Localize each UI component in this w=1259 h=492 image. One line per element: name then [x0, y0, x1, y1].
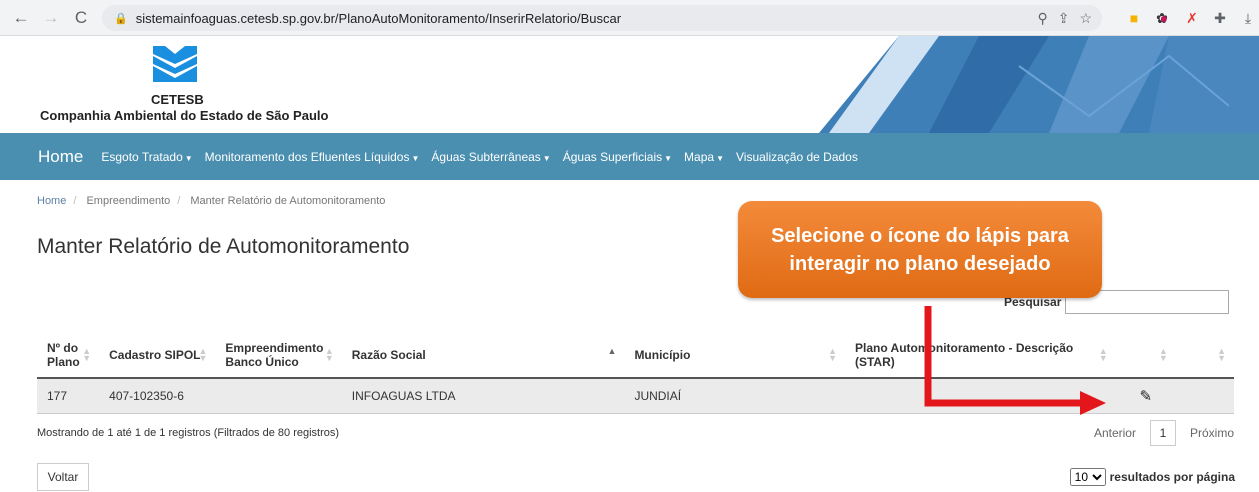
bookmark-star-icon[interactable]: ☆: [1079, 10, 1092, 27]
col-extra[interactable]: ▲ ▼: [1175, 333, 1234, 379]
breadcrumb: Home / Empreendimento / Manter Relatório d…: [37, 195, 386, 207]
cell-municipio: JUNDIAÍ: [624, 378, 845, 414]
nav-home[interactable]: Home: [38, 147, 83, 167]
zoom-icon[interactable]: ⚲: [1037, 10, 1047, 27]
sort-icon: ▲ ▼: [324, 346, 334, 363]
nav-aguas-subterraneas[interactable]: Águas Subterrâneas ▼: [431, 150, 550, 164]
url-text: sistemainfoaguas.cetesb.sp.gov.br/PlanoA…: [135, 10, 622, 26]
breadcrumb-empreendimento[interactable]: Empreendimento: [86, 195, 170, 207]
callout-line-1: Selecione o ícone do lápis para: [771, 224, 1069, 247]
nav-aguas-superficiais[interactable]: Águas Superficiais ▼: [563, 150, 672, 164]
col-razao-social[interactable]: Razão Social ▲: [341, 333, 625, 379]
sort-icon: ▲ ▼: [1217, 346, 1226, 363]
nav-mapa[interactable]: Mapa ▼: [684, 150, 724, 164]
nav-visualizacao-dados[interactable]: Visualização de Dados: [736, 150, 858, 164]
extension-circle-icon[interactable]: ●: [1153, 7, 1175, 29]
col-cadastro-sipol[interactable]: Cadastro SIPOL ▲ ▼: [99, 333, 216, 379]
sort-icon: ▲ ▼: [1158, 346, 1168, 363]
lock-icon: 🔒: [114, 12, 128, 25]
extension-yellow-icon[interactable]: ■: [1123, 7, 1145, 29]
logo-name: CETESB: [151, 92, 204, 107]
callout-line-2: interagir no plano desejado: [789, 252, 1051, 275]
caret-down-icon: ▼: [184, 153, 193, 163]
header-decoration: [819, 36, 1259, 133]
back-button[interactable]: Voltar: [37, 463, 89, 491]
cell-n-plano: 177: [37, 378, 100, 414]
caret-down-icon: ▼: [542, 153, 551, 163]
col-empreendimento[interactable]: Empreendimento Banco Único ▲ ▼: [215, 333, 342, 379]
organization-name: Companhia Ambiental do Estado de São Pau…: [40, 108, 329, 123]
page-length-suffix: resultados por página: [1109, 470, 1235, 484]
main-nav: Home Esgoto Tratado ▼ Monitoramento dos E…: [0, 133, 1259, 180]
col-municipio[interactable]: Município ▲ ▼: [624, 333, 845, 379]
pagination-next[interactable]: Próximo: [1190, 426, 1234, 440]
site-header: CETESB Companhia Ambiental do Estado de …: [0, 36, 1259, 133]
breadcrumb-current: Manter Relatório de Automonitoramento: [190, 195, 386, 207]
cell-empreendimento: [215, 378, 342, 414]
caret-down-icon: ▼: [411, 153, 420, 163]
sort-asc-icon: ▲: [607, 346, 617, 356]
reload-icon[interactable]: C: [68, 5, 94, 31]
sort-icon: ▲ ▼: [82, 346, 92, 363]
plans-table: Nº do Plano ▲ ▼ Cadastro SIPOL ▲ ▼ Empreendi…: [37, 333, 1234, 414]
sort-icon: ▲ ▼: [1098, 346, 1108, 363]
back-arrow-icon[interactable]: ←: [8, 5, 34, 31]
download-icon[interactable]: ⤓: [1237, 7, 1259, 29]
table-info: Mostrando de 1 até 1 de 1 registros (Fil…: [37, 427, 340, 439]
edit-pencil-icon[interactable]: ✎: [1115, 378, 1176, 414]
pagination-page[interactable]: 1: [1149, 420, 1176, 446]
cell-extra: [1175, 378, 1234, 414]
cetesb-logo-icon[interactable]: [151, 42, 199, 86]
page-title: Manter Relatório de Automonitoramento: [37, 235, 410, 258]
col-action[interactable]: ▲ ▼: [1115, 333, 1176, 379]
instruction-callout: Selecione o ícone do lápis para interagi…: [738, 201, 1102, 298]
pagination-previous[interactable]: Anterior: [1094, 426, 1136, 440]
table-row: 177 407-102350-6 INFOAGUAS LTDA JUNDIAÍ …: [37, 378, 1234, 414]
cell-cadastro-sipol: 407-102350-6: [99, 378, 216, 414]
extension-pen-icon[interactable]: ✗: [1181, 7, 1203, 29]
forward-arrow-icon[interactable]: →: [38, 5, 64, 31]
browser-toolbar: ← → C 🔒 sistemainfoaguas.cetesb.sp.gov.b…: [0, 0, 1259, 36]
sort-icon: ▲ ▼: [198, 346, 208, 363]
share-icon[interactable]: ⇪: [1058, 10, 1070, 27]
col-descricao[interactable]: Plano Automonitoramento - Descrição (STA…: [844, 333, 1116, 379]
address-bar[interactable]: 🔒 sistemainfoaguas.cetesb.sp.gov.br/Plan…: [102, 5, 1102, 31]
caret-down-icon: ▼: [664, 153, 673, 163]
col-n-plano[interactable]: Nº do Plano ▲ ▼: [37, 333, 100, 379]
breadcrumb-home[interactable]: Home: [37, 195, 66, 207]
sort-icon: ▲ ▼: [828, 346, 837, 363]
caret-down-icon: ▼: [716, 153, 724, 163]
page-length-select[interactable]: 10: [1069, 468, 1106, 486]
nav-monitoramento-efluentes[interactable]: Monitoramento dos Efluentes Líquidos ▼: [205, 150, 420, 164]
page-length: 10 resultados por página: [1069, 468, 1235, 486]
extensions-puzzle-icon[interactable]: ✚: [1209, 7, 1231, 29]
pagination: Anterior 1 Próximo: [1094, 420, 1234, 446]
cell-descricao: [844, 378, 1116, 414]
nav-esgoto-tratado[interactable]: Esgoto Tratado ▼: [101, 150, 192, 164]
cell-razao-social: INFOAGUAS LTDA: [341, 378, 625, 414]
